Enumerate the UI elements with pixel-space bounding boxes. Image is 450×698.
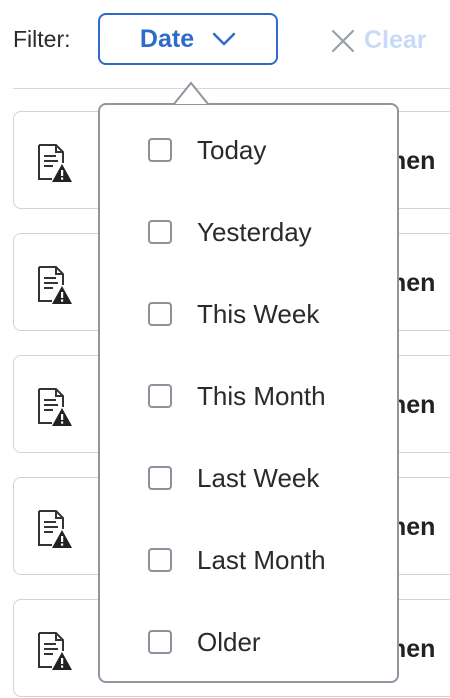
option-older[interactable]: Older [148, 624, 261, 660]
document-warning-icon [38, 510, 72, 548]
option-label: Older [197, 626, 261, 657]
option-label: Last Week [197, 462, 320, 493]
option-this-week[interactable]: This Week [148, 296, 319, 332]
option-last-month[interactable]: Last Month [148, 542, 326, 578]
close-icon [331, 29, 355, 52]
option-yesterday[interactable]: Yesterday [148, 214, 312, 250]
option-label: This Month [197, 380, 326, 411]
checkbox[interactable] [148, 548, 172, 572]
clear-label: Clear [364, 26, 427, 54]
date-filter-label: Date [139, 24, 195, 53]
date-filter-button[interactable]: Date [98, 13, 278, 65]
chevron-down-icon [212, 32, 236, 46]
date-filter-dropdown: Today Yesterday This Week This Month Las… [98, 103, 399, 683]
clear-button[interactable]: Clear [330, 26, 427, 55]
dropdown-caret [173, 81, 209, 105]
checkbox[interactable] [148, 466, 172, 490]
option-label: Yesterday [197, 216, 312, 247]
checkbox[interactable] [148, 384, 172, 408]
filter-label: Filter: [13, 26, 71, 52]
filter-panel: Filter: Date Clear men men men men men T… [0, 0, 450, 698]
divider [13, 88, 450, 89]
document-warning-icon [38, 388, 72, 426]
document-warning-icon [38, 266, 72, 304]
checkbox[interactable] [148, 302, 172, 326]
checkbox[interactable] [148, 630, 172, 654]
option-this-month[interactable]: This Month [148, 378, 326, 414]
document-warning-icon [38, 144, 72, 182]
document-warning-icon [38, 632, 72, 670]
option-label: Last Month [197, 544, 326, 575]
checkbox[interactable] [148, 138, 172, 162]
option-label: This Week [197, 298, 320, 329]
option-last-week[interactable]: Last Week [148, 460, 319, 496]
checkbox[interactable] [148, 220, 172, 244]
option-label: Today [197, 134, 267, 165]
option-today[interactable]: Today [148, 132, 266, 168]
